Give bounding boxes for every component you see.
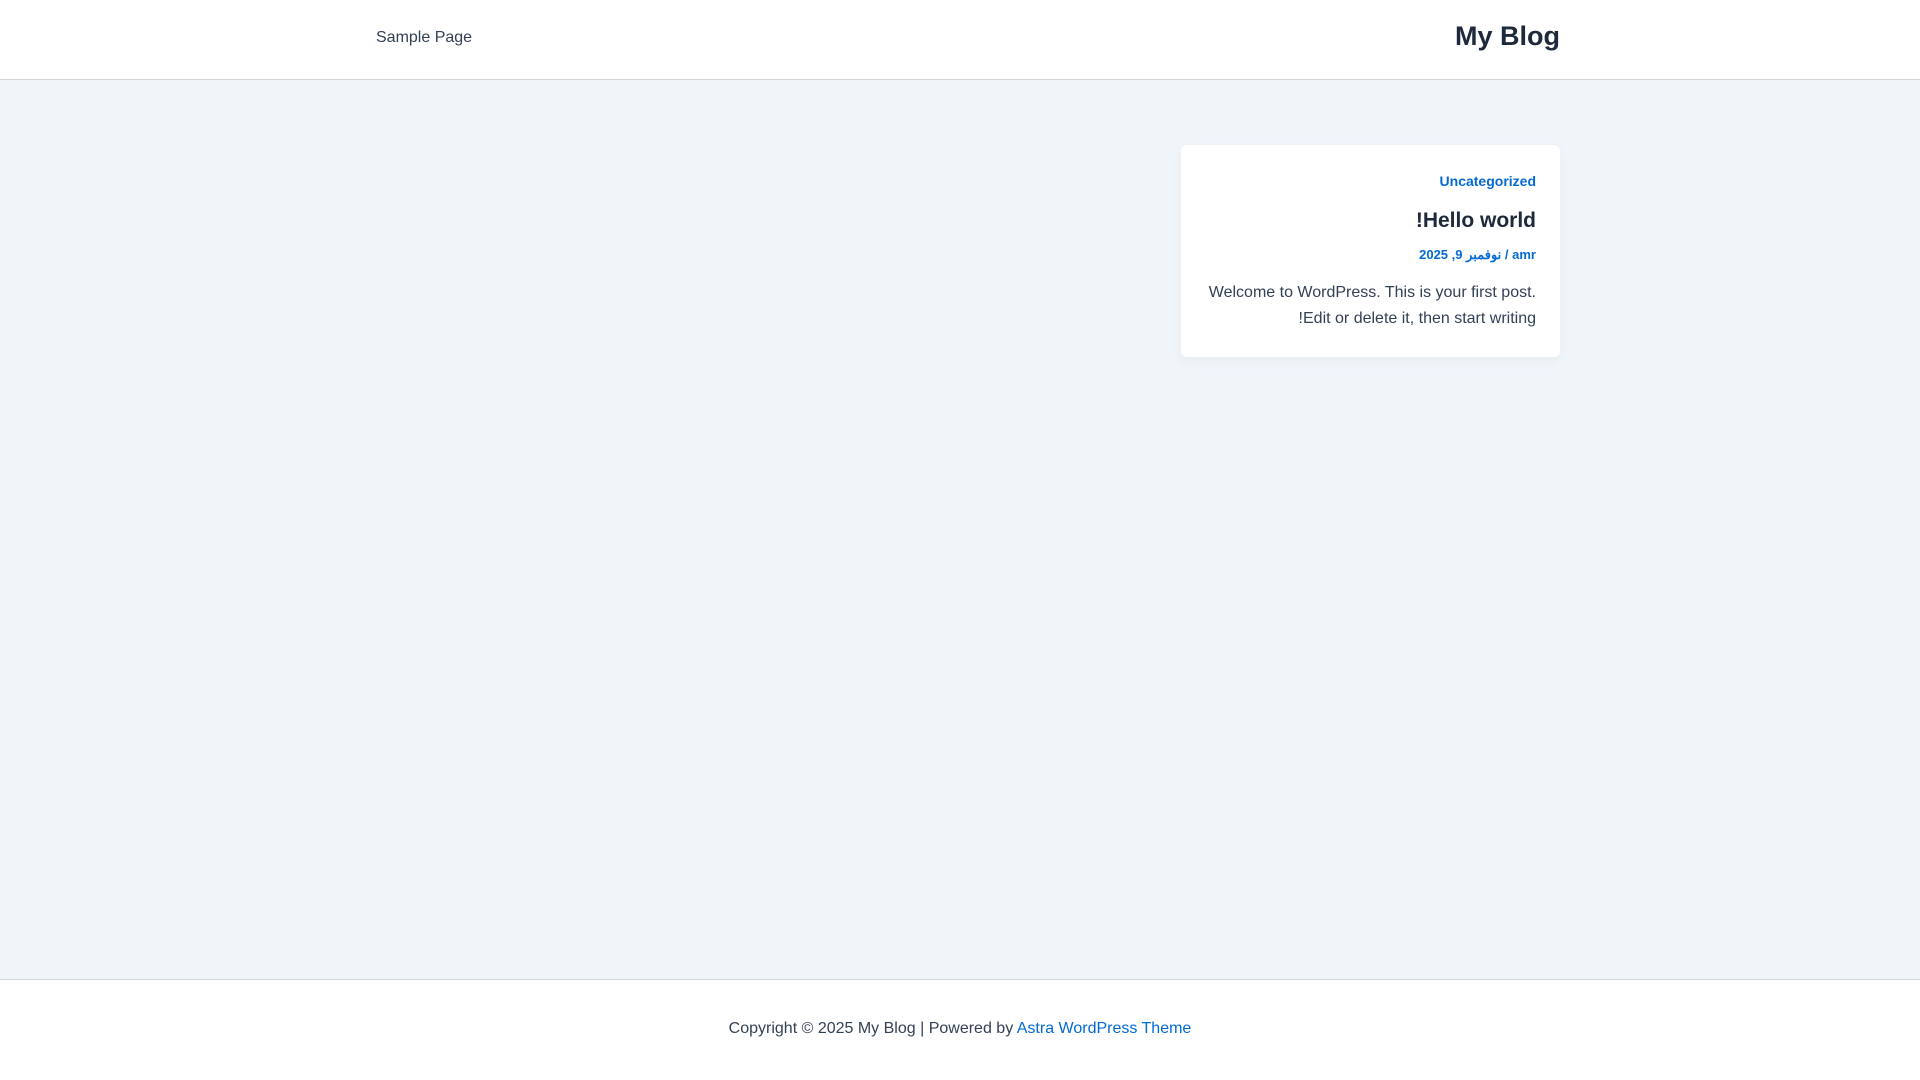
post-meta: amr / نوفمبر 9, 2025 xyxy=(1419,247,1536,263)
copyright-text: Copyright © 2025 My Blog | Powered by xyxy=(728,1020,1017,1037)
footer-copyright: Copyright © 2025 My Blog | Powered by As… xyxy=(0,1020,1920,1038)
post-title-link[interactable]: Hello world! xyxy=(1416,209,1536,233)
nav-item-sample-page[interactable]: Sample Page xyxy=(376,29,472,47)
post-excerpt: Welcome to WordPress. This is your first… xyxy=(1208,284,1536,327)
site-title[interactable]: My Blog xyxy=(1455,21,1560,52)
post-author-link[interactable]: amr xyxy=(1512,247,1536,262)
site-header: Sample Page My Blog xyxy=(0,0,1920,80)
site-footer: Copyright © 2025 My Blog | Powered by As… xyxy=(0,979,1920,1080)
meta-separator: / xyxy=(1501,247,1509,262)
post-card: Uncategorized Hello world! amr / نوفمبر … xyxy=(1181,145,1560,357)
post-category-link[interactable]: Uncategorized xyxy=(1440,173,1536,189)
post-date: نوفمبر 9, 2025 xyxy=(1419,247,1502,262)
astra-theme-link[interactable]: Astra WordPress Theme xyxy=(1017,1020,1192,1037)
